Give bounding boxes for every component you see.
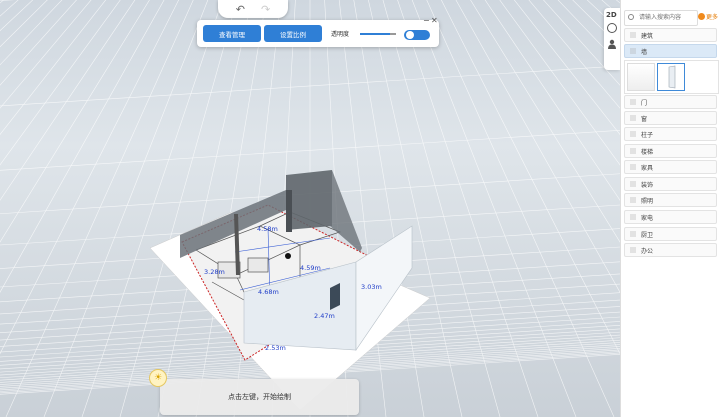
wall-item-thumbnail[interactable] — [657, 63, 685, 91]
category-label: 装饰 — [641, 181, 654, 189]
wall-item-thumbnail[interactable] — [627, 63, 655, 91]
view-tool-strip: 2D — [604, 8, 620, 70]
category-kitchen-bath[interactable]: 厨卫 — [624, 227, 717, 241]
dimension-label: 2.47m — [314, 312, 335, 320]
grip-icon — [630, 48, 636, 54]
zoom-icon[interactable] — [607, 23, 617, 33]
category-label: 家具 — [641, 164, 654, 172]
grip-icon — [630, 197, 636, 203]
grip-icon — [630, 131, 636, 137]
grip-icon — [630, 214, 636, 220]
category-door[interactable]: 门 — [624, 95, 717, 109]
category-label: 窗 — [641, 115, 648, 123]
category-office[interactable]: 办公 — [624, 243, 717, 257]
dimension-label: 3.03m — [361, 283, 382, 291]
hint-panel: 点击左键，开始绘制 — [160, 379, 359, 415]
toggle-knob — [406, 31, 414, 39]
dimension-label: 3.28m — [204, 268, 225, 276]
lightbulb-icon: ☀ — [149, 369, 167, 387]
grip-icon — [630, 115, 636, 121]
more-icon — [698, 13, 705, 20]
category-building[interactable]: 建筑 — [624, 28, 717, 42]
dimension-label: 2.53m — [265, 344, 286, 352]
wall-panel-icon — [668, 65, 676, 89]
set-scale-button[interactable]: 设置比例 — [264, 25, 322, 42]
2d-mode-button[interactable]: 2D — [606, 11, 617, 19]
category-decor[interactable]: 装饰 — [624, 177, 717, 191]
category-column[interactable]: 柱子 — [624, 127, 717, 141]
category-label: 照明 — [641, 197, 654, 205]
dimension-label: 4.59m — [300, 264, 321, 272]
category-label: 楼梯 — [641, 148, 654, 156]
category-label: 墙 — [641, 48, 648, 56]
undo-icon[interactable]: ↶ — [236, 4, 245, 15]
undo-redo-tab: ↶ ↷ — [218, 0, 288, 18]
opacity-slider-fill — [360, 33, 390, 35]
grip-icon — [630, 32, 636, 38]
close-icon[interactable]: ✕ — [431, 17, 438, 25]
more-link[interactable]: 更多 — [698, 12, 718, 21]
grip-icon — [630, 164, 636, 170]
grip-icon — [630, 231, 636, 237]
3d-viewport[interactable]: ↶ ↷ 查看管理 设置比例 透明度 − ✕ 3.28m 4.58m 4.59m … — [0, 0, 620, 417]
opacity-label: 透明度 — [331, 31, 350, 38]
person-icon[interactable] — [607, 39, 617, 49]
category-label: 门 — [641, 99, 648, 107]
wall-back-right — [286, 170, 332, 230]
category-label: 办公 — [641, 247, 654, 255]
search-box[interactable] — [624, 10, 698, 26]
component-panel: 更多 建筑 墙 门 窗 柱子 楼梯 家具 装饰 照明 家电 厨卫 办公 — [620, 0, 720, 417]
category-window[interactable]: 窗 — [624, 111, 717, 125]
grip-icon — [630, 99, 636, 105]
category-label: 建筑 — [641, 32, 654, 40]
view-management-button[interactable]: 查看管理 — [203, 25, 261, 42]
category-lighting[interactable]: 照明 — [624, 193, 717, 207]
category-label: 柱子 — [641, 131, 654, 139]
search-input[interactable] — [639, 12, 695, 23]
floating-toolbar: 查看管理 设置比例 透明度 — [197, 20, 439, 47]
wall-items — [624, 60, 719, 94]
category-wall[interactable]: 墙 — [624, 44, 717, 58]
more-label: 更多 — [706, 14, 719, 21]
redo-icon[interactable]: ↷ — [261, 4, 270, 15]
category-stairs[interactable]: 楼梯 — [624, 144, 717, 158]
toolbar-toggle[interactable] — [404, 30, 430, 40]
dimension-label: 4.68m — [258, 288, 279, 296]
minimize-icon[interactable]: − — [423, 17, 430, 25]
grip-icon — [630, 181, 636, 187]
grip-icon — [630, 247, 636, 253]
category-label: 家电 — [641, 214, 654, 222]
dimension-label: 4.58m — [257, 225, 278, 233]
category-label: 厨卫 — [641, 231, 654, 239]
search-icon — [628, 14, 634, 20]
grip-icon — [630, 148, 636, 154]
category-furniture[interactable]: 家具 — [624, 160, 717, 174]
category-appliances[interactable]: 家电 — [624, 210, 717, 224]
perspective-grid-floor — [0, 0, 620, 417]
